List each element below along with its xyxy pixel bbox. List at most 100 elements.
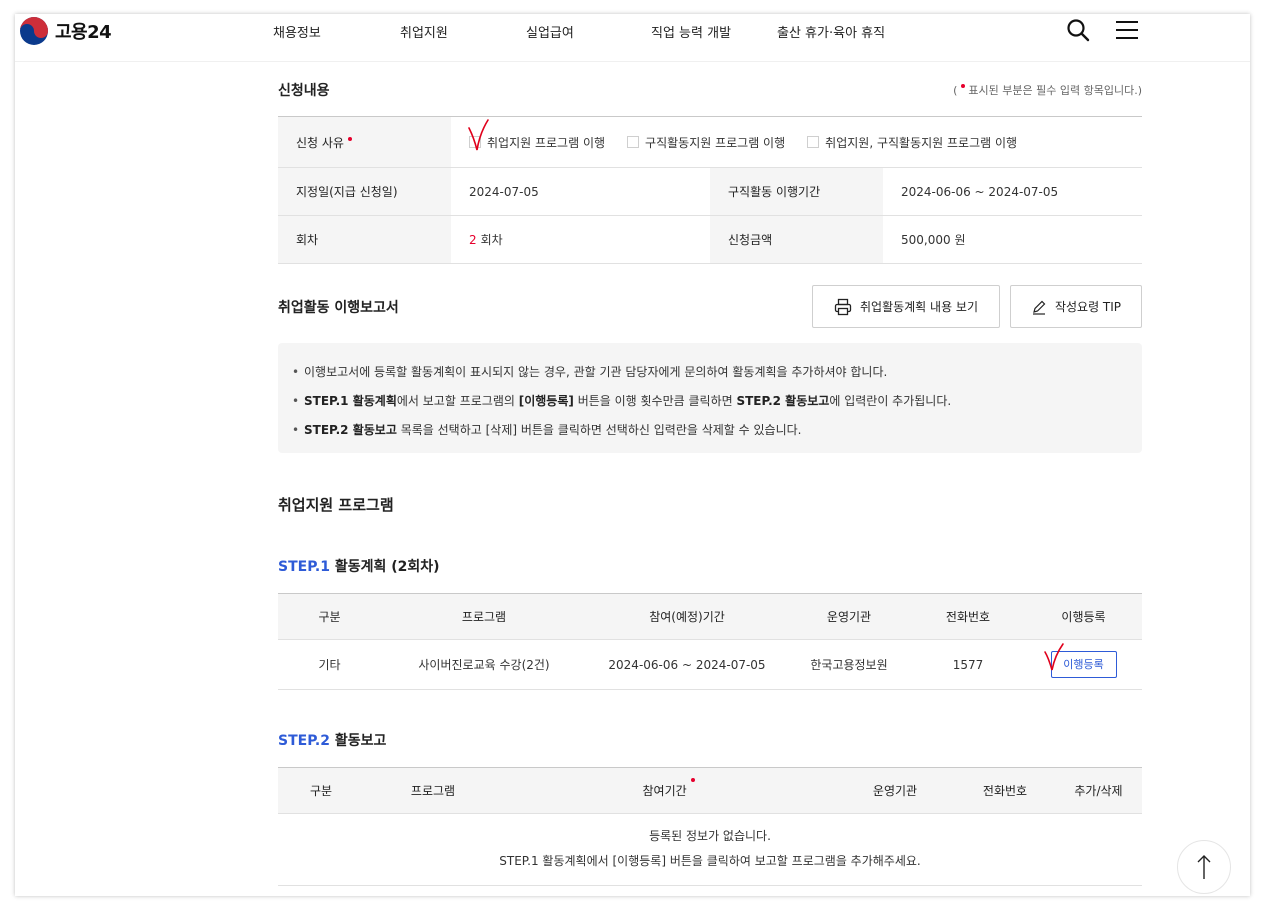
notice-text: 에 입력란이 추가됩니다. xyxy=(829,394,952,408)
col-program: 프로그램 xyxy=(381,593,587,640)
nav-vocational-training[interactable]: 직업 능력 개발 xyxy=(651,22,731,41)
table-row: 기타 사이버진로교육 수강(2건) 2024-06-06 ~ 2024-07-0… xyxy=(278,639,1142,690)
col-register: 이행등록 xyxy=(1025,593,1142,640)
menu-button[interactable] xyxy=(1113,16,1141,44)
notice-text: 이행보고서에 등록할 활동계획이 표시되지 않는 경우, 관할 기관 담당자에게… xyxy=(304,365,888,379)
option-label: 구직활동지원 프로그램 이행 xyxy=(645,135,786,150)
step1-table: 구분 프로그램 참여(예정)기간 운영기관 전화번호 이행등록 기타 사이버진로… xyxy=(278,593,1142,690)
col-agency: 운영기관 xyxy=(787,593,911,640)
reason-label: 신청 사유 xyxy=(278,117,451,167)
notice-item: 이행보고서에 등록할 활동계획이 표시되지 않는 경우, 관할 기관 담당자에게… xyxy=(292,358,1142,387)
notice-text: 에서 보고할 프로그램의 xyxy=(396,394,519,408)
writing-tip-label: 작성요령 TIP xyxy=(1054,300,1122,314)
page-frame: 고용24 채용정보 취업지원 실업급여 직업 능력 개발 출산 휴가·육아 휴직… xyxy=(15,14,1250,896)
reason-row: 신청 사유 취업지원 프로그램 이행 구직활동지원 프로그램 이행 취업지원, … xyxy=(278,117,1142,168)
notice-bold: [이행등록] xyxy=(518,394,574,408)
reason-label-text: 신청 사유 xyxy=(296,135,344,150)
writing-tip-button[interactable]: 작성요령 TIP xyxy=(1010,285,1142,328)
program-title: 취업지원 프로그램 xyxy=(278,496,394,514)
amount-label: 신청금액 xyxy=(710,216,883,263)
cell-program: 사이버진로교육 수강(2건) xyxy=(381,639,587,690)
search-button[interactable] xyxy=(1064,16,1092,44)
amount-value: 500,000 원 xyxy=(901,233,966,247)
step2-label: STEP.2 xyxy=(278,733,330,749)
designated-value: 2024-07-05 xyxy=(469,184,539,199)
notice-item: STEP.2 활동보고 목록을 선택하고 [삭제] 버튼을 클릭하면 선택하신 … xyxy=(292,416,1142,445)
round-number: 2 xyxy=(469,232,477,247)
col-period: 참여기간 xyxy=(502,767,835,814)
view-plan-label: 취업활동계획 내용 보기 xyxy=(859,300,979,314)
notice-bold: STEP.2 활동보고 xyxy=(304,423,397,437)
cell-agency: 한국고용정보원 xyxy=(787,639,911,690)
taegeuk-logo-icon xyxy=(20,17,48,45)
printer-icon xyxy=(834,298,852,315)
view-plan-button[interactable]: 취업활동계획 내용 보기 xyxy=(812,285,1000,328)
col-category: 구분 xyxy=(278,767,364,814)
round-label: 회차 xyxy=(278,216,451,263)
step2-table: 구분 프로그램 참여기간 운영기관 전화번호 추가/삭제 등록된 정보가 없습니… xyxy=(278,767,1142,886)
notice-bold: STEP.1 활동계획 xyxy=(304,394,397,408)
register-button[interactable]: 이행등록 xyxy=(1050,651,1117,678)
pencil-icon xyxy=(1032,300,1046,315)
site-logo[interactable]: 고용24 xyxy=(19,16,112,46)
reason-options: 취업지원 프로그램 이행 구직활동지원 프로그램 이행 취업지원, 구직활동지원… xyxy=(451,117,1142,167)
scroll-top-button[interactable] xyxy=(1177,840,1231,894)
notice-text: 목록을 선택하고 [삭제] 버튼을 클릭하면 선택하신 입력란을 삭제할 수 있… xyxy=(396,423,802,437)
required-note: ( 표시된 부분은 필수 입력 항목입니다.) xyxy=(953,84,1142,97)
step2-title: STEP.2 활동보고 xyxy=(278,730,386,750)
period-value: 2024-06-06 ~ 2024-07-05 xyxy=(901,184,1059,199)
col-add-delete: 추가/삭제 xyxy=(1055,767,1142,814)
required-dot xyxy=(690,778,695,782)
logo-text: 고용24 xyxy=(55,22,112,43)
hamburger-menu-icon xyxy=(1116,21,1138,39)
checkbox[interactable] xyxy=(627,136,640,148)
notice-box: 이행보고서에 등록할 활동계획이 표시되지 않는 경우, 관할 기관 담당자에게… xyxy=(278,343,1142,453)
nav-jobs[interactable]: 채용정보 xyxy=(273,22,321,41)
notice-item: STEP.1 활동계획에서 보고할 프로그램의 [이행등록] 버튼을 이행 횟수… xyxy=(292,387,1142,416)
col-phone: 전화번호 xyxy=(955,767,1055,814)
step1-label: STEP.1 xyxy=(278,559,330,575)
required-note-text: 표시된 부분은 필수 입력 항목입니다. xyxy=(968,84,1138,97)
option-label: 취업지원 프로그램 이행 xyxy=(487,135,606,150)
cell-phone: 1577 xyxy=(911,639,1025,690)
round-row: 회차 2 회차 신청금액 500,000 원 xyxy=(278,216,1142,264)
step1-title: STEP.1 활동계획 (2회차) xyxy=(278,556,440,576)
reason-option-employment[interactable]: 취업지원 프로그램 이행 xyxy=(469,134,605,151)
round-suffix: 회차 xyxy=(480,233,503,247)
period-label: 구직활동 이행기간 xyxy=(710,168,883,215)
nav-parental-leave[interactable]: 출산 휴가·육아 휴직 xyxy=(777,22,885,41)
empty-message: 등록된 정보가 없습니다. STEP.1 활동계획에서 [이행등록] 버튼을 클… xyxy=(278,813,1142,886)
report-title: 취업활동 이행보고서 xyxy=(278,300,399,316)
round-value: 2 회차 xyxy=(451,216,710,263)
cell-register: 이행등록 xyxy=(1025,639,1142,690)
designated-row: 지정일(지급 신청일) 2024-07-05 구직활동 이행기간 2024-06… xyxy=(278,168,1142,216)
cell-category: 기타 xyxy=(278,639,381,690)
nav-unemployment-benefits[interactable]: 실업급여 xyxy=(526,22,574,41)
col-phone: 전화번호 xyxy=(911,593,1025,640)
required-dot xyxy=(347,137,352,141)
arrow-up-icon xyxy=(1197,855,1211,879)
option-label: 취업지원, 구직활동지원 프로그램 이행 xyxy=(825,135,1018,150)
nav-employment-support[interactable]: 취업지원 xyxy=(400,22,448,41)
notice-bold: STEP.2 활동보고 xyxy=(736,394,830,408)
designated-label: 지정일(지급 신청일) xyxy=(278,168,451,215)
reason-option-jobseeking[interactable]: 구직활동지원 프로그램 이행 xyxy=(627,134,785,151)
col-program: 프로그램 xyxy=(364,767,502,814)
step1-title-text: 활동계획 (2회차) xyxy=(329,559,440,575)
col-agency: 운영기관 xyxy=(835,767,955,814)
notice-text: 버튼을 이행 횟수만큼 클릭하면 xyxy=(573,394,737,408)
empty-line-2: STEP.1 활동계획에서 [이행등록] 버튼을 클릭하여 보고할 프로그램을 … xyxy=(499,854,921,868)
cell-period: 2024-06-06 ~ 2024-07-05 xyxy=(587,639,787,690)
global-nav: 고용24 채용정보 취업지원 실업급여 직업 능력 개발 출산 휴가·육아 휴직 xyxy=(15,14,1250,62)
col-category: 구분 xyxy=(278,593,381,640)
col-period-label: 참여기간 xyxy=(642,784,687,798)
search-icon xyxy=(1067,19,1090,42)
application-title: 신청내용 xyxy=(278,83,330,99)
step2-title-text: 활동보고 xyxy=(329,733,387,749)
empty-line-1: 등록된 정보가 없습니다. xyxy=(649,829,771,843)
checkbox[interactable] xyxy=(807,136,820,148)
table-header-row: 구분 프로그램 참여기간 운영기관 전화번호 추가/삭제 xyxy=(278,767,1142,814)
checkbox[interactable] xyxy=(469,136,481,148)
empty-row: 등록된 정보가 없습니다. STEP.1 활동계획에서 [이행등록] 버튼을 클… xyxy=(278,813,1142,886)
reason-option-both[interactable]: 취업지원, 구직활동지원 프로그램 이행 xyxy=(807,134,1017,151)
